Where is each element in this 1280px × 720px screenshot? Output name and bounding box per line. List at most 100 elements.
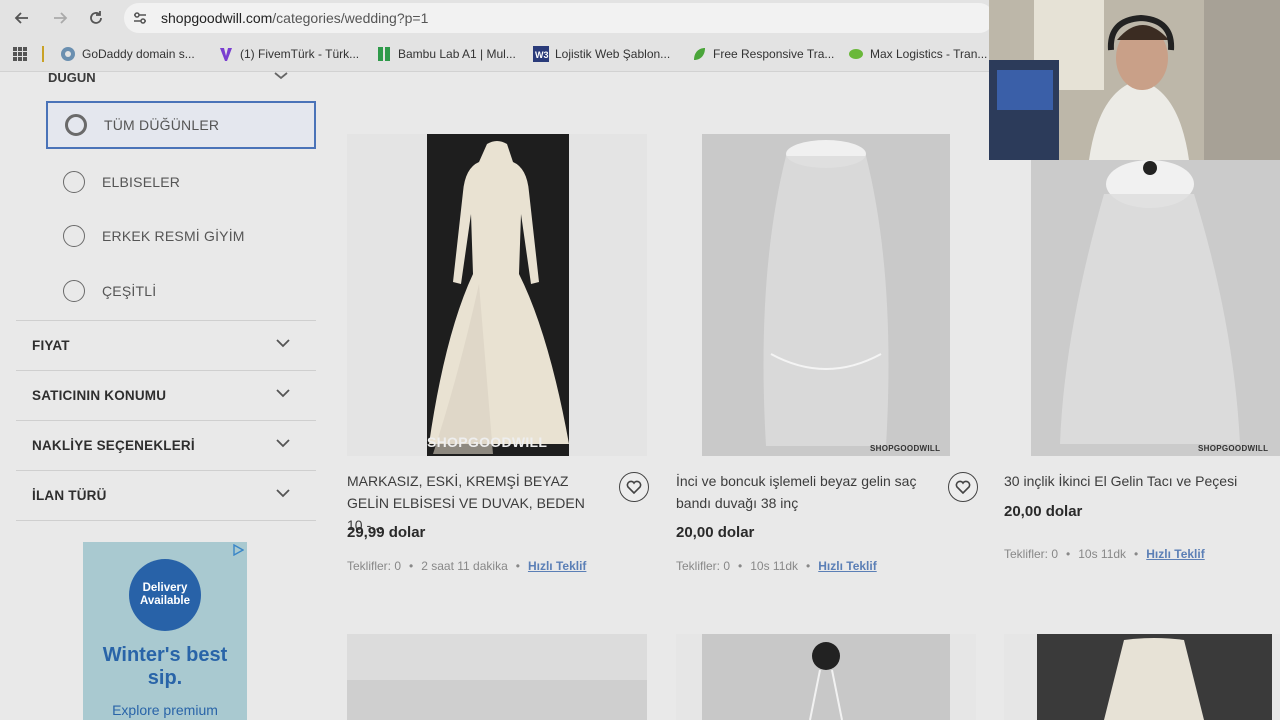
wedding-section-title[interactable]: DÜĞÜN — [48, 72, 96, 85]
bookmark-label: (1) FivemTürk - Türk... — [240, 47, 360, 61]
bookmark-fivem[interactable]: (1) FivemTürk - Türk... — [218, 44, 359, 64]
leaf-green-icon — [849, 49, 863, 59]
time-left: 10s 11dk — [1078, 547, 1127, 561]
filter-label: FIYAT — [32, 338, 70, 353]
option-misc[interactable]: ÇEŞİTLİ — [46, 267, 316, 315]
product-price: 20,00 dolar — [676, 524, 755, 541]
bookmark-label: Lojistik Web Şablon... — [555, 47, 671, 61]
filter-sidebar: DÜĞÜN TÜM DÜĞÜNLER ELBISELER ERKEK RESMİ… — [16, 72, 316, 720]
bookmark-label: Max Logistics - Tran... — [870, 47, 988, 61]
filter-seller-location[interactable]: SATICININ KONUMU — [16, 370, 316, 420]
bookmark-max-logistics[interactable]: Max Logistics - Tran... — [848, 44, 987, 64]
option-label: TÜM DÜĞÜNLER — [104, 117, 220, 133]
chevron-down-icon — [276, 489, 290, 498]
product-image[interactable] — [1004, 634, 1280, 720]
reload-button[interactable] — [84, 6, 108, 30]
advertisement[interactable]: Delivery Available Winter's best sip. Ex… — [83, 542, 247, 720]
option-label: ERKEK RESMİ GİYİM — [102, 228, 245, 244]
w3-icon: W3 — [533, 46, 549, 62]
back-button[interactable] — [10, 6, 34, 30]
radio-icon — [63, 171, 85, 193]
product-photo-image — [1037, 634, 1272, 720]
product-card[interactable]: SHOPGOODWILL MARKASIZ, ESKİ, KREMŞİ BEYA… — [347, 134, 649, 584]
product-image[interactable] — [676, 634, 976, 720]
bookmark-free-responsive[interactable]: Free Responsive Tra... — [691, 44, 834, 64]
godaddy-icon — [61, 47, 75, 61]
option-all-weddings[interactable]: TÜM DÜĞÜNLER — [46, 101, 316, 149]
url-host: shopgoodwill.com — [161, 10, 273, 26]
bookmark-godaddy[interactable]: GoDaddy domain s... — [60, 44, 195, 64]
forward-button[interactable] — [48, 6, 72, 30]
option-label: ELBISELER — [102, 174, 181, 190]
quick-bid-link[interactable]: Hızlı Teklif — [528, 559, 586, 573]
apps-grid-icon[interactable] — [12, 46, 28, 62]
time-left: 2 saat 11 dakika — [421, 559, 508, 573]
leaf-icon — [694, 48, 705, 60]
filter-price[interactable]: FIYAT — [16, 320, 316, 370]
product-meta: Teklifler: 0 • 2 saat 11 dakika • Hızlı Tekl… — [347, 559, 587, 573]
option-dresses[interactable]: ELBISELER — [46, 158, 316, 206]
product-image[interactable] — [347, 634, 647, 720]
filter-divider — [16, 520, 316, 521]
veil-headband-image — [702, 134, 950, 456]
product-photo-image — [347, 680, 647, 720]
product-image[interactable]: SHOPGOODWILL — [347, 134, 647, 456]
bookmark-label: Free Responsive Tra... — [713, 47, 835, 61]
product-image[interactable]: SHOPGOODWILL — [1004, 134, 1280, 456]
bookmark-label: GoDaddy domain s... — [82, 47, 195, 61]
radio-icon — [63, 225, 85, 247]
filter-listing-type[interactable]: İLAN TÜRÜ — [16, 470, 316, 520]
product-meta: Teklifler: 0 • 10s 11dk • Hızlı Teklif — [676, 559, 877, 573]
wedding-dress-image — [427, 134, 569, 456]
radio-icon — [63, 280, 85, 302]
image-watermark: SHOPGOODWILL — [427, 434, 548, 450]
product-card[interactable]: SHOPGOODWILL İnci ve boncuk işlemeli bey… — [676, 134, 978, 584]
tiara-veil-image — [1031, 134, 1280, 456]
site-settings-icon[interactable] — [132, 10, 148, 26]
svg-text:W3: W3 — [535, 50, 549, 60]
webcam-image — [989, 0, 1280, 160]
back-arrow-icon — [14, 12, 28, 24]
heart-icon — [955, 480, 971, 494]
product-card[interactable]: SHOPGOODWILL 30 inçlik İkinci El Gelin T… — [1004, 134, 1280, 584]
watch-heart-button[interactable] — [619, 472, 649, 502]
ad-cta[interactable]: Explore premium — [83, 702, 247, 718]
watch-heart-button[interactable] — [948, 472, 978, 502]
time-left: 10s 11dk — [750, 559, 799, 573]
heart-icon — [626, 480, 642, 494]
option-mens-formal[interactable]: ERKEK RESMİ GİYİM — [46, 212, 316, 260]
product-title[interactable]: İnci ve boncuk işlemeli beyaz gelin saç … — [676, 470, 931, 514]
fivem-icon — [220, 48, 232, 61]
page-content: DÜĞÜN TÜM DÜĞÜNLER ELBISELER ERKEK RESMİ… — [0, 72, 1280, 720]
filter-label: NAKLİYE SEÇENEKLERİ — [32, 438, 195, 453]
bid-count: Teklifler: 0 — [676, 559, 731, 573]
forward-arrow-icon — [54, 12, 68, 24]
product-meta: Teklifler: 0 • 10s 11dk • Hızlı Teklif — [1004, 547, 1205, 561]
bambu-icon — [378, 47, 390, 61]
bookmark-lojistik[interactable]: W3 Lojistik Web Şablon... — [533, 44, 670, 64]
bid-count: Teklifler: 0 — [1004, 547, 1059, 561]
product-price: 20,00 dolar — [1004, 503, 1083, 520]
chevron-down-icon — [276, 339, 290, 348]
product-card[interactable] — [676, 634, 976, 720]
chevron-up-icon[interactable] — [274, 72, 288, 80]
url-path: /categories/wedding?p=1 — [272, 10, 429, 26]
ad-delivery-badge: Delivery Available — [129, 559, 201, 631]
ad-choices-icon[interactable] — [232, 544, 244, 556]
reload-icon — [90, 11, 102, 24]
bookmarks-divider — [42, 46, 44, 62]
product-image[interactable]: SHOPGOODWILL — [676, 134, 976, 456]
product-title[interactable]: 30 inçlik İkinci El Gelin Tacı ve Peçesi — [1004, 470, 1259, 492]
bookmark-bambu[interactable]: Bambu Lab A1 | Mul... — [376, 44, 516, 64]
filter-shipping-options[interactable]: NAKLİYE SEÇENEKLERİ — [16, 420, 316, 470]
quick-bid-link[interactable]: Hızlı Teklif — [818, 559, 876, 573]
product-card[interactable] — [1004, 634, 1280, 720]
option-label: ÇEŞİTLİ — [102, 283, 157, 299]
webcam-overlay — [989, 0, 1280, 160]
filter-label: İLAN TÜRÜ — [32, 488, 107, 503]
product-price: 29,99 dolar — [347, 524, 426, 541]
radio-selected-icon — [65, 114, 87, 136]
address-bar[interactable]: shopgoodwill.com/categories/wedding?p=1 — [124, 3, 994, 33]
product-card[interactable] — [347, 634, 647, 720]
quick-bid-link[interactable]: Hızlı Teklif — [1146, 547, 1204, 561]
